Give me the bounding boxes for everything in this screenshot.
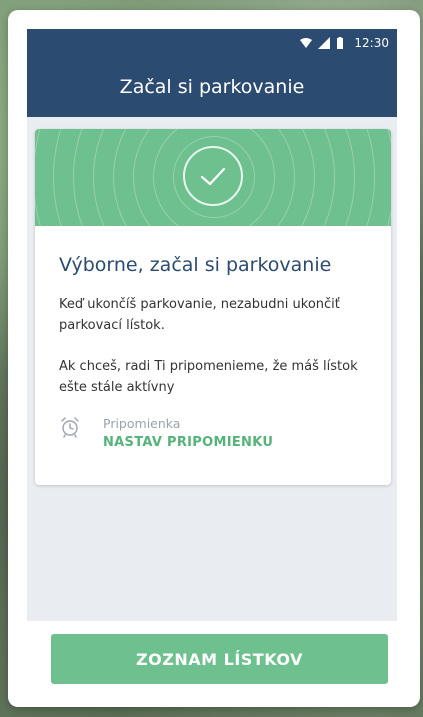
success-hero [35, 129, 391, 226]
wifi-icon [300, 37, 313, 49]
set-reminder-link[interactable]: NASTAV PRIPOMIENKU [103, 435, 273, 450]
reminder-row[interactable]: Pripomienka NASTAV PRIPOMIENKU [59, 416, 367, 450]
card-headline: Výborne, začal si parkovanie [59, 254, 332, 276]
status-bar: 12:30 [27, 29, 397, 57]
phone-screen: 12:30 Začal si parkovanie Výborne, začal… [27, 29, 397, 621]
signal-icon [318, 37, 331, 49]
reminder-text: Pripomienka NASTAV PRIPOMIENKU [103, 416, 273, 450]
ticket-list-button[interactable]: ZOZNAM LÍSTKOV [51, 634, 388, 684]
card-paragraph-1: Keď ukončíš parkovanie, nezabudni ukonči… [59, 297, 340, 333]
reminder-label: Pripomienka [103, 416, 181, 431]
app-bar: Začal si parkovanie [27, 57, 397, 117]
checkmark-circle-icon [183, 146, 243, 206]
alarm-clock-icon [59, 416, 81, 442]
card-paragraph-2: Ak chceš, radi Ti pripomenieme, že máš l… [59, 359, 358, 395]
page-title: Začal si parkovanie [119, 76, 305, 98]
card-body: Výborne, začal si parkovanie Keď ukončíš… [35, 226, 391, 450]
success-card: Výborne, začal si parkovanie Keď ukončíš… [35, 129, 391, 485]
battery-icon [336, 37, 348, 49]
status-time: 12:30 [354, 36, 389, 50]
